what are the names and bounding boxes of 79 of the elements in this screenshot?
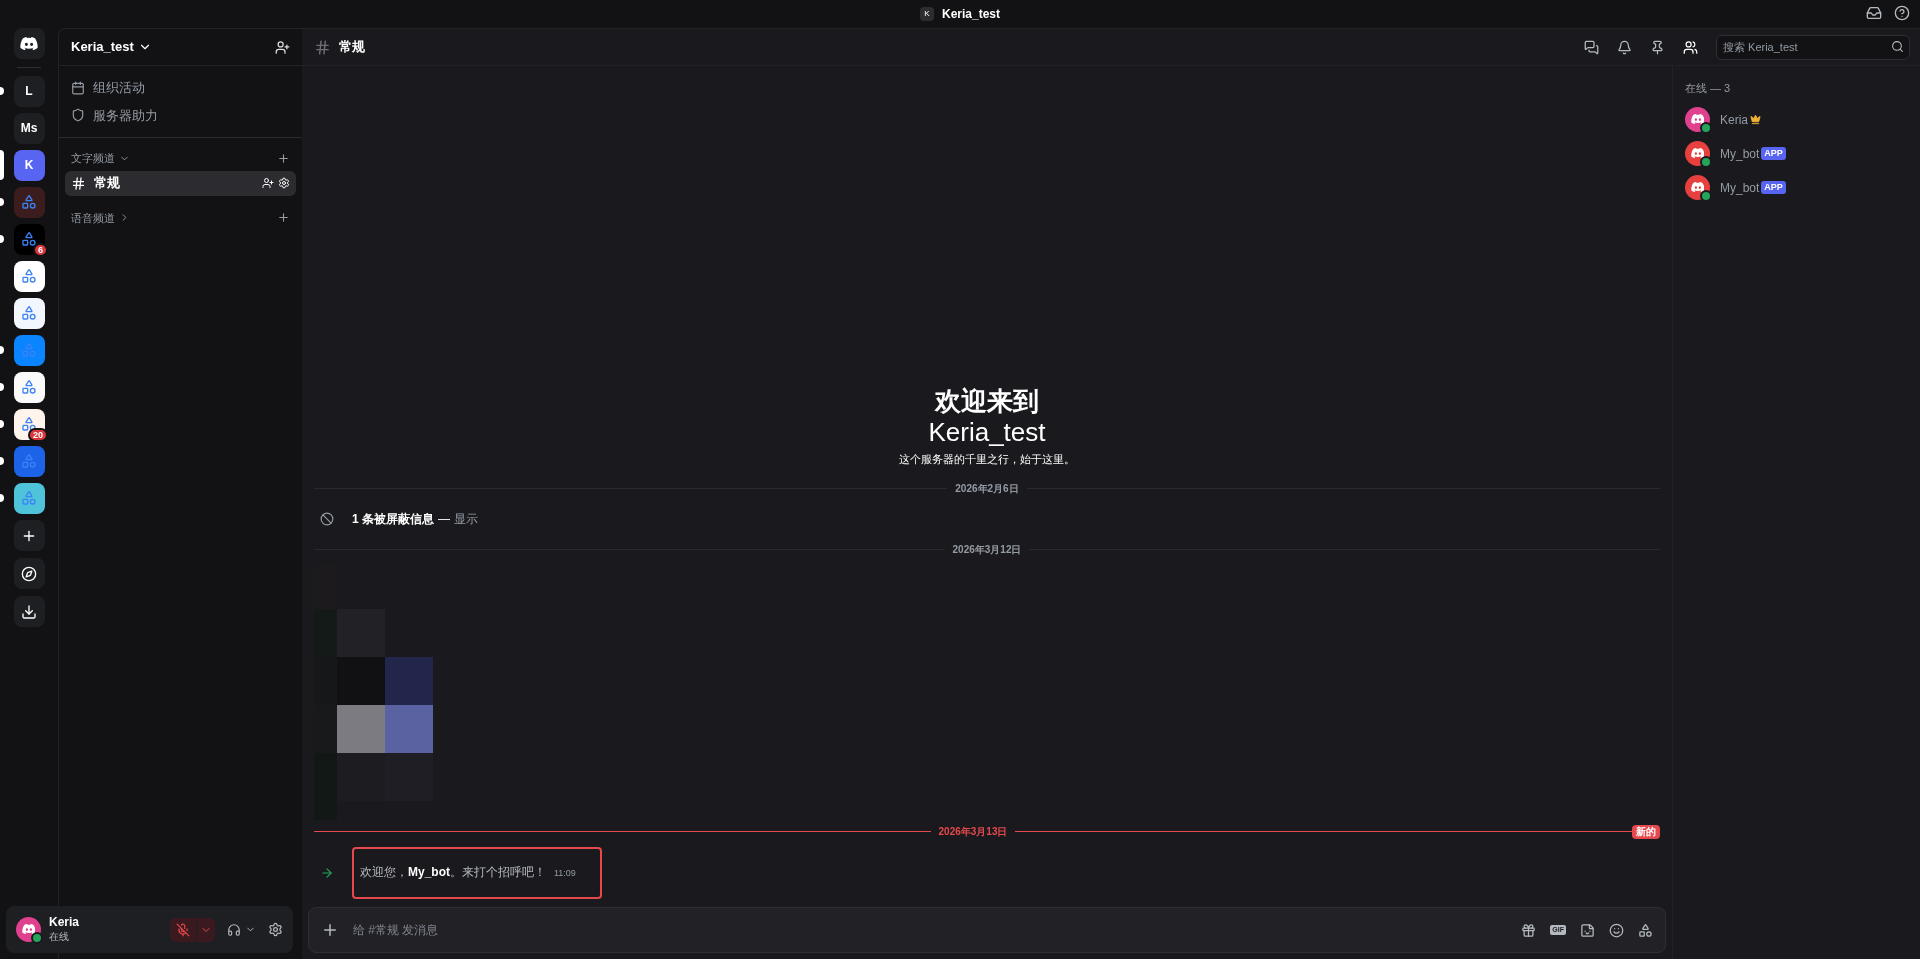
timestamp: 11:09 bbox=[554, 867, 576, 880]
member-name: My_bot bbox=[1720, 179, 1760, 197]
join-message-text: 欢迎您，My_bot。来打个招呼吧！ bbox=[360, 864, 546, 881]
server-icon[interactable]: K bbox=[13, 149, 45, 181]
blocked-message-text: 1 条被屏蔽信息 bbox=[352, 511, 434, 528]
members-icon[interactable] bbox=[1683, 39, 1698, 55]
mic-off-icon bbox=[176, 922, 190, 937]
channel-name: 常规 bbox=[94, 174, 120, 193]
help-icon[interactable] bbox=[1894, 5, 1910, 21]
discord-logo-icon bbox=[1690, 148, 1705, 159]
dash: — bbox=[438, 511, 450, 528]
settings-icon[interactable] bbox=[268, 922, 283, 937]
channel-item[interactable]: 常规 bbox=[65, 170, 296, 196]
window-title: Keria_test bbox=[942, 6, 1000, 23]
emoji-icon[interactable] bbox=[1609, 922, 1624, 938]
app-tag: APP bbox=[1761, 147, 1786, 160]
server-icon[interactable] bbox=[13, 408, 45, 440]
server-icon[interactable]: Ms bbox=[13, 112, 45, 144]
server-name-button[interactable]: Keria_test bbox=[71, 37, 152, 57]
pin-icon[interactable] bbox=[1650, 39, 1665, 55]
invite-icon[interactable] bbox=[262, 177, 274, 189]
member-item[interactable]: My_bot APP bbox=[1685, 140, 1908, 167]
category-header[interactable]: 文字频道 bbox=[71, 150, 130, 167]
inbox-icon[interactable] bbox=[1866, 5, 1882, 21]
invite-icon[interactable] bbox=[275, 39, 290, 55]
add-server-button[interactable] bbox=[13, 520, 45, 551]
add-channel-icon[interactable] bbox=[277, 151, 290, 165]
discord-logo-icon bbox=[1690, 114, 1705, 125]
member-item[interactable]: Keria bbox=[1685, 106, 1908, 133]
download-button[interactable] bbox=[13, 596, 45, 627]
user-name: Keria bbox=[49, 915, 81, 929]
home-button[interactable] bbox=[13, 28, 45, 59]
sticker-icon[interactable] bbox=[1580, 922, 1595, 938]
shield-icon bbox=[71, 108, 85, 123]
discord-logo-icon bbox=[1690, 182, 1705, 193]
mute-button[interactable] bbox=[170, 917, 215, 942]
server-icon[interactable]: L bbox=[13, 75, 45, 107]
search-field[interactable]: 搜索 Keria_test bbox=[1716, 34, 1910, 60]
channel-title: 常规 bbox=[339, 38, 365, 57]
mention-badge: 20 bbox=[28, 428, 48, 442]
gift-icon[interactable] bbox=[1521, 922, 1537, 938]
add-channel-icon[interactable] bbox=[277, 211, 290, 225]
discord-logo-icon bbox=[21, 924, 36, 935]
download-icon bbox=[21, 603, 37, 620]
discover-button[interactable] bbox=[13, 558, 45, 589]
calendar-icon bbox=[71, 80, 85, 95]
member-name: Keria bbox=[1720, 111, 1748, 129]
headphones-icon bbox=[227, 922, 241, 937]
compass-icon bbox=[21, 565, 37, 582]
date-divider: 2026年3月13日 bbox=[937, 825, 1009, 839]
blocked-icon bbox=[320, 512, 334, 526]
members-heading: 在线 — 3 bbox=[1685, 81, 1732, 96]
date-divider: 2026年2月6日 bbox=[954, 482, 1020, 496]
bell-icon[interactable] bbox=[1617, 39, 1632, 55]
server-icon[interactable] bbox=[13, 297, 45, 329]
hash-icon bbox=[71, 175, 86, 191]
welcome-subtitle: 这个服务器的千里之行，始于这里。 bbox=[899, 451, 1075, 467]
welcome-server-name: Keria_test bbox=[928, 416, 1046, 447]
hash-icon bbox=[314, 38, 331, 56]
server-icon[interactable] bbox=[13, 223, 45, 255]
user-status: 在线 bbox=[49, 930, 70, 944]
category-header[interactable]: 语音频道 bbox=[71, 209, 130, 226]
show-link[interactable]: 显示 bbox=[454, 510, 478, 528]
server-icon[interactable] bbox=[13, 260, 45, 292]
member-name: My_bot bbox=[1720, 145, 1760, 163]
date-divider: 2026年3月12日 bbox=[951, 543, 1023, 557]
search-icon bbox=[1891, 40, 1904, 54]
new-badge: 新的 bbox=[1632, 824, 1660, 839]
sidebar-item[interactable]: 服务器助力 bbox=[71, 105, 290, 125]
apps-icon[interactable] bbox=[1638, 922, 1653, 938]
discord-logo-icon bbox=[20, 36, 38, 51]
attach-icon[interactable] bbox=[321, 921, 339, 939]
server-icon[interactable] bbox=[13, 482, 45, 514]
sidebar-item[interactable]: 组织活动 bbox=[71, 78, 290, 98]
app-tag: APP bbox=[1761, 181, 1786, 194]
server-initial-icon: K bbox=[920, 7, 934, 21]
server-icon[interactable] bbox=[13, 371, 45, 403]
member-item[interactable]: My_bot APP bbox=[1685, 174, 1908, 201]
welcome-title: 欢迎来到 bbox=[935, 384, 1039, 417]
